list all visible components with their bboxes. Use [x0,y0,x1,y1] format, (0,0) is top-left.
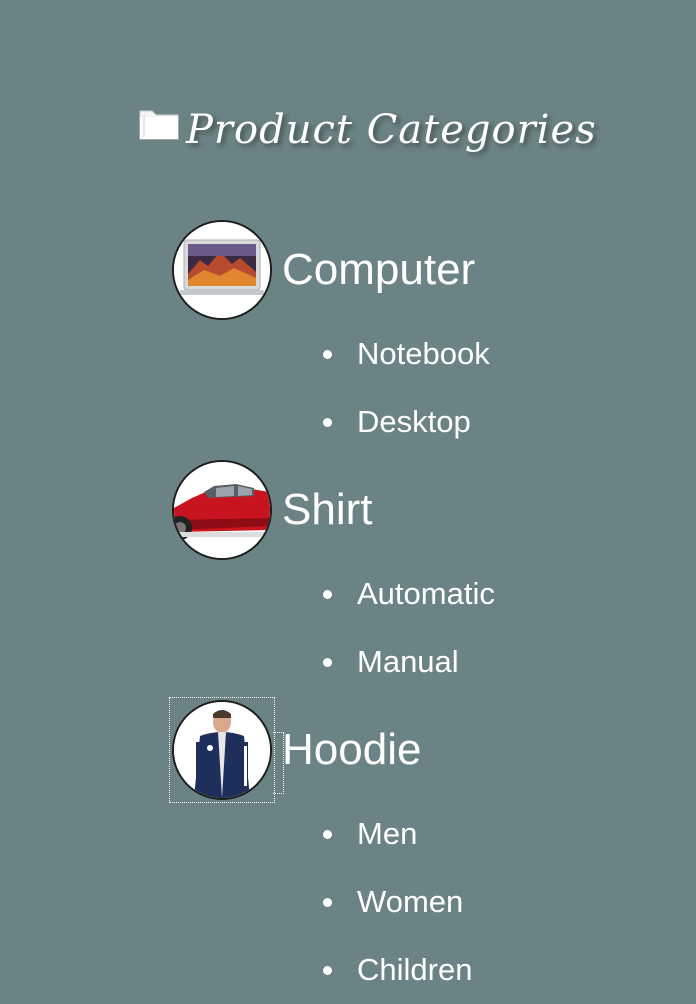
subcategory-men[interactable]: Men [172,800,472,868]
folder-icon [139,110,179,140]
category-header-hoodie[interactable]: Hoodie [169,697,472,803]
subcategory-desktop[interactable]: Desktop [172,388,490,456]
subcategory-children[interactable]: Children [172,936,472,1004]
page-title: Product Categories [138,100,597,160]
subcategory-women[interactable]: Women [172,868,472,936]
red-car-image[interactable] [172,460,272,560]
category-computer: Computer Notebook Desktop [172,220,490,456]
category-header-shirt[interactable]: Shirt [172,460,495,560]
laptop-image[interactable] [172,220,272,320]
page-title-text: Product Categories [186,107,597,153]
subcategory-list: Men Women Children [172,800,472,1004]
subcategory-list: Automatic Manual [172,560,495,696]
category-name[interactable]: Computer [282,245,475,295]
subcategory-notebook[interactable]: Notebook [172,320,490,388]
subcategory-automatic[interactable]: Automatic [172,560,495,628]
category-hoodie: Hoodie Men Women Children [169,697,472,1004]
category-header-computer[interactable]: Computer [172,220,490,320]
subcategory-list: Notebook Desktop [172,320,490,456]
category-name[interactable]: Hoodie [282,725,421,775]
category-shirt: Shirt Automatic Manual [172,460,495,696]
focused-thumb-wrapper [169,697,284,803]
subcategory-manual[interactable]: Manual [172,628,495,696]
man-in-jacket-image[interactable] [172,700,272,800]
category-name[interactable]: Shirt [282,485,372,535]
